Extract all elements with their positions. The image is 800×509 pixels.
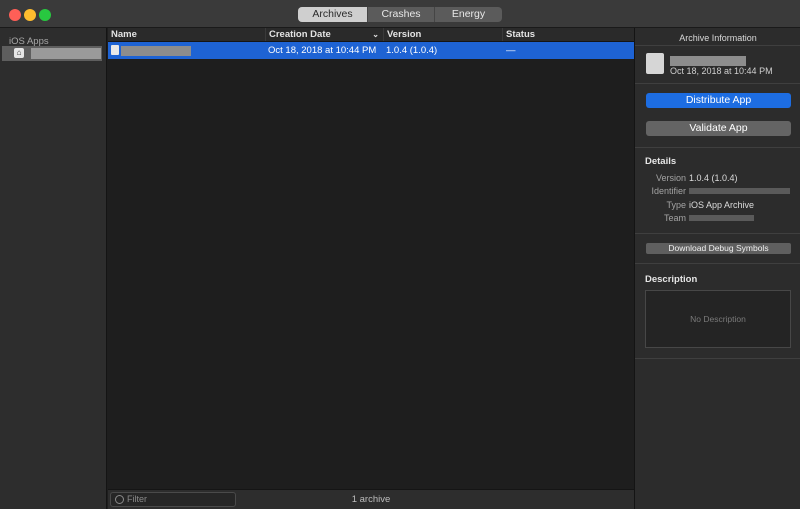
description-placeholder: No Description: [690, 314, 746, 324]
sort-descending-icon: ⌄: [372, 30, 379, 39]
description-title: Description: [645, 274, 698, 285]
sidebar-item-app[interactable]: ⌂: [2, 46, 102, 61]
version-label: Version: [655, 173, 686, 183]
version-value: 1.0.4 (1.0.4): [689, 173, 738, 183]
cell-version: 1.0.4 (1.0.4): [386, 45, 438, 56]
validate-app-button[interactable]: Validate App: [646, 121, 791, 136]
title-bar: Archives Crashes Energy: [0, 0, 800, 28]
archive-file-icon: [111, 45, 119, 55]
identifier-value-redacted: [689, 188, 790, 194]
divider: [635, 45, 800, 46]
archive-document-icon: [646, 53, 664, 74]
description-field[interactable]: No Description: [645, 290, 791, 348]
archive-inspector: Archive Information Oct 18, 2018 at 10:4…: [634, 28, 800, 509]
type-label: Type: [666, 200, 686, 210]
divider: [635, 83, 800, 84]
column-header-creation-date-label: Creation Date: [269, 29, 331, 40]
type-value: iOS App Archive: [689, 200, 755, 210]
zoom-window-button[interactable]: [39, 9, 51, 21]
team-label: Team: [663, 213, 686, 223]
tab-archives[interactable]: Archives: [298, 7, 367, 22]
divider: [635, 233, 800, 234]
archive-name-redacted: [121, 46, 191, 56]
archive-date: Oct 18, 2018 at 10:44 PM: [670, 66, 773, 76]
column-header-version[interactable]: Version: [384, 28, 503, 41]
minimize-window-button[interactable]: [24, 9, 36, 21]
archive-count: 1 archive: [351, 494, 391, 505]
cell-creation-date: Oct 18, 2018 at 10:44 PM: [268, 45, 377, 56]
bottom-bar: Filter 1 archive: [108, 489, 634, 509]
app-icon: ⌂: [14, 48, 24, 58]
column-header-creation-date[interactable]: Creation Date ⌄: [266, 28, 384, 41]
archive-name-redacted: [670, 56, 746, 66]
cell-status: —: [506, 45, 516, 56]
tab-crashes[interactable]: Crashes: [367, 7, 434, 22]
divider: [635, 358, 800, 359]
divider: [635, 263, 800, 264]
column-header-status[interactable]: Status: [503, 28, 634, 41]
sidebar-item-label-redacted: [31, 48, 101, 59]
distribute-app-button[interactable]: Distribute App: [646, 93, 791, 108]
download-debug-symbols-button[interactable]: Download Debug Symbols: [646, 243, 791, 254]
sidebar: iOS Apps ⌂: [0, 28, 107, 509]
inspector-title: Archive Information: [679, 33, 757, 43]
team-value-redacted: [689, 215, 754, 221]
divider: [635, 147, 800, 148]
column-header-name[interactable]: Name: [108, 28, 266, 41]
close-window-button[interactable]: [9, 9, 21, 21]
table-row[interactable]: Oct 18, 2018 at 10:44 PM 1.0.4 (1.0.4) —: [108, 42, 634, 59]
details-title: Details: [645, 156, 677, 167]
column-header-row: Name Creation Date ⌄ Version Status: [108, 28, 634, 42]
tab-energy[interactable]: Energy: [434, 7, 502, 22]
view-segmented-control: Archives Crashes Energy: [298, 7, 502, 22]
identifier-label: Identifier: [651, 186, 686, 196]
archive-list: Name Creation Date ⌄ Version Status Oct …: [108, 28, 634, 489]
